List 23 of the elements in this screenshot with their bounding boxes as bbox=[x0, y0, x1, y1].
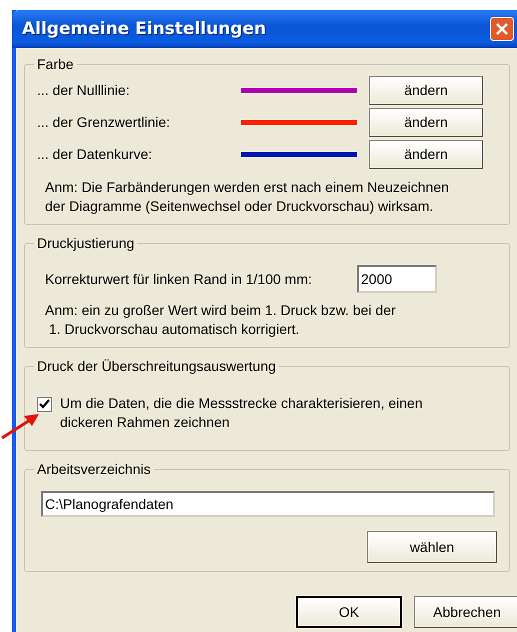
pointer-arrow bbox=[0, 412, 40, 440]
line-label: ... der Nulllinie: bbox=[37, 82, 131, 98]
group-title: Druckjustierung bbox=[36, 235, 136, 251]
close-icon[interactable] bbox=[490, 17, 514, 41]
input-field[interactable]: C:\Planografendaten bbox=[41, 491, 495, 517]
change-button[interactable]: ändern bbox=[369, 108, 483, 136]
dialog-button[interactable]: OK bbox=[296, 596, 402, 628]
group-title: Arbeitsverzeichnis bbox=[36, 461, 152, 477]
note-text: Anm: Die Farbänderungen werden erst nach einem Neuzeichnen der Diagramme (Seitenwechsel oder Druckvorschau) wirksam. bbox=[44, 178, 450, 216]
change-button[interactable]: ändern bbox=[369, 76, 483, 104]
input-field[interactable]: 2000 bbox=[357, 265, 437, 293]
change-button[interactable]: ändern bbox=[369, 140, 483, 168]
field-label: Korrekturwert für linken Rand in 1/100 mm: bbox=[45, 271, 313, 287]
checkbox[interactable] bbox=[37, 397, 52, 412]
line-label: ... der Grenzwertlinie: bbox=[37, 114, 172, 130]
group-title: Druck der Überschreitungsauswertung bbox=[36, 358, 277, 374]
dialog-button[interactable]: Abbrechen bbox=[414, 596, 517, 628]
checkbox-label: Um die Daten, die die Messstrecke charakterisieren, einen dickeren Rahmen zeichnen bbox=[60, 394, 423, 432]
choose-button[interactable]: wählen bbox=[367, 531, 497, 563]
note-text: Anm: ein zu großer Wert wird beim 1. Druck bzw. bei der 1. Druckvorschau automatisch korrigiert. bbox=[44, 301, 397, 339]
group-title: Farbe bbox=[36, 56, 75, 72]
line-label: ... der Datenkurve: bbox=[37, 146, 154, 162]
window-title: Allgemeine Einstellungen bbox=[22, 19, 266, 39]
